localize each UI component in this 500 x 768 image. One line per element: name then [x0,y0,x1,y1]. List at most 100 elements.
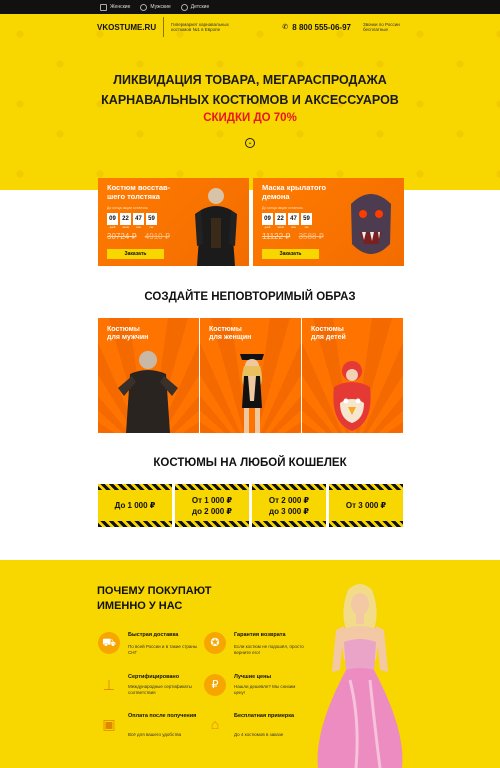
box-icon: ▣ [102,716,116,732]
until-label: До конца акции осталось [262,206,303,210]
product-name: Маска крылатого демона [262,183,327,201]
product-card[interactable]: Маска крылатого демона До конца акции ос… [253,178,404,266]
prices: 11122 ₽ 3588 ₽ [262,232,324,241]
product-name: Костюм восстав-шего толстяка [107,183,171,201]
phone-block: ✆ 8 800 555-06-97 Звонки по России беспл… [282,22,403,33]
feature-desc: По всей России и в такие страны СНГ [128,644,198,655]
feature-desc: Всё для вашего удобства [128,732,182,737]
phone-icon: ✆ [282,24,289,31]
product-card[interactable]: Костюм восстав-шего толстяка До конца ак… [98,178,249,266]
timer-hours: 22 [120,213,131,225]
timer-seconds: 59 [301,213,312,225]
category-women[interactable]: Костюмы для женщин [200,318,301,433]
category-label-line1: Костюмы [107,326,140,333]
male-icon [140,3,148,11]
price-band-line2: до 3 000 ₽ [268,506,309,516]
timer-labels: дней часов мин сек [107,226,157,229]
price-band-label: От 3 000 ₽ [329,490,403,521]
price-band-4[interactable]: От 3 000 ₽ [329,484,403,527]
medal-icon: ✪ [204,632,226,654]
why-title: ПОЧЕМУ ПОКУПАЮТ ИМЕННО У НАС [97,584,212,614]
feature-title: Оплата после получения [128,713,197,719]
feature-title: Сертифицировано [128,674,180,680]
timer-days: 09 [262,213,273,225]
category-men[interactable]: Костюмы для мужчин [98,318,199,433]
feature-title: Гарантия возврата [234,632,286,638]
timer-minutes: 47 [133,213,144,225]
tab-men[interactable]: Мужские [140,3,171,11]
wallet-section-title: КОСТЮМЫ НА ЛЮБОЙ КОШЕЛЕК [153,457,347,469]
hero-title-line2: КАРНАВАЛЬНЫХ КОСТЮМОВ И АКСЕССУАРОВ [101,93,399,107]
price-band-label: От 2 000 ₽ до 3 000 ₽ [252,490,326,521]
new-price: 3588 ₽ [298,232,324,241]
chevron-down-icon[interactable]: ⌄ [245,138,255,148]
men-costume-image [118,351,178,433]
timer-minutes: 47 [288,213,299,225]
princess-costume-model-image [317,584,403,768]
category-label-line2: для женщин [209,334,252,341]
order-button[interactable]: Заказать [262,249,319,259]
hazard-stripe [175,521,249,527]
top-nav: Женские Мужские Детские [0,0,500,14]
site-header: VKOSTUME.RU Гипермаркет карнавальных кос… [97,17,403,37]
timer-labels: дней часов мин сек [262,226,312,229]
tab-kids[interactable]: Детские [180,3,210,11]
tab-women[interactable]: Женские [100,3,131,11]
truck-icon: ⛟ [98,632,120,654]
tab-label: Детские [190,4,210,10]
price-band-line2: до 2 000 ₽ [191,506,232,516]
create-section-title: СОЗДАЙТЕ НЕПОВТОРИМЫЙ ОБРАЗ [144,291,356,303]
hazard-stripe [98,521,172,527]
new-price: 4910 ₽ [144,232,170,241]
price-band-line1: От 2 000 ₽ [268,495,310,505]
until-label: До конца акции осталось [107,206,148,210]
feature-title: Бесплатная примерка [234,713,295,719]
price-band-1[interactable]: До 1 000 ₽ [98,484,172,527]
category-kids[interactable]: Костюмы для детей [302,318,403,433]
fat-zombie-costume-image [195,188,237,266]
category-label-line2: для мужчин [107,334,149,341]
timer-label: сек [149,226,154,229]
category-label: Костюмы для детей [311,326,346,342]
hazard-stripe [329,521,403,527]
hero-sale: СКИДКИ ДО 70% [203,112,297,124]
price-band-2[interactable]: От 1 000 ₽ до 2 000 ₽ [175,484,249,527]
tab-label: Женские [110,4,131,10]
price-band-label: От 1 000 ₽ до 2 000 ₽ [175,490,249,521]
women-costume-image [240,354,264,433]
why-title-line1: ПОЧЕМУ ПОКУПАЮТ [97,585,212,597]
hero-title-line1: ЛИКВИДАЦИЯ ТОВАРА, МЕГАРАСПРОДАЖА [113,73,387,87]
order-button[interactable]: Заказать [107,249,164,259]
prices: 30724 ₽ 4910 ₽ [107,232,170,241]
hanger-icon: ⌂ [210,716,220,732]
category-label-line1: Костюмы [311,326,344,333]
ruble-icon: ₽ [204,674,226,696]
stamp-icon: ⊥ [102,677,116,693]
demon-mask-image [351,194,391,254]
timer-label: дней [109,226,116,229]
feature-desc: Если костюм не подошёл, просто верните е… [234,644,304,655]
timer-label: дней [264,226,271,229]
call-info: Звонки по России бесплатные [363,21,400,33]
timer-label: мин [136,226,141,229]
price-band-label: До 1 000 ₽ [98,490,172,521]
timer-label: часов [122,226,129,229]
tab-label: Мужские [150,4,171,10]
feature-desc: Международные сертификаты соответствия [128,684,192,695]
phone-number[interactable]: 8 800 555-06-97 [292,23,351,32]
old-price: 11122 ₽ [262,232,291,241]
category-label-line1: Костюмы [209,326,242,333]
timer-hours: 22 [275,213,286,225]
hazard-stripe [252,521,326,527]
feature-desc: До 4 костюмов в заказе [234,732,284,737]
price-band-line1: До 1 000 ₽ [114,501,156,510]
timer-label: часов [277,226,284,229]
logo[interactable]: VKOSTUME.RU [97,17,165,37]
timer-label: мин [291,226,296,229]
price-band-line1: От 3 000 ₽ [345,501,387,510]
price-band-3[interactable]: От 2 000 ₽ до 3 000 ₽ [252,484,326,527]
countdown-timer: 09 22 47 59 [262,213,312,225]
why-title-line2: ИМЕННО У НАС [97,600,183,612]
child-icon [180,3,188,11]
timer-label: сек [304,226,309,229]
